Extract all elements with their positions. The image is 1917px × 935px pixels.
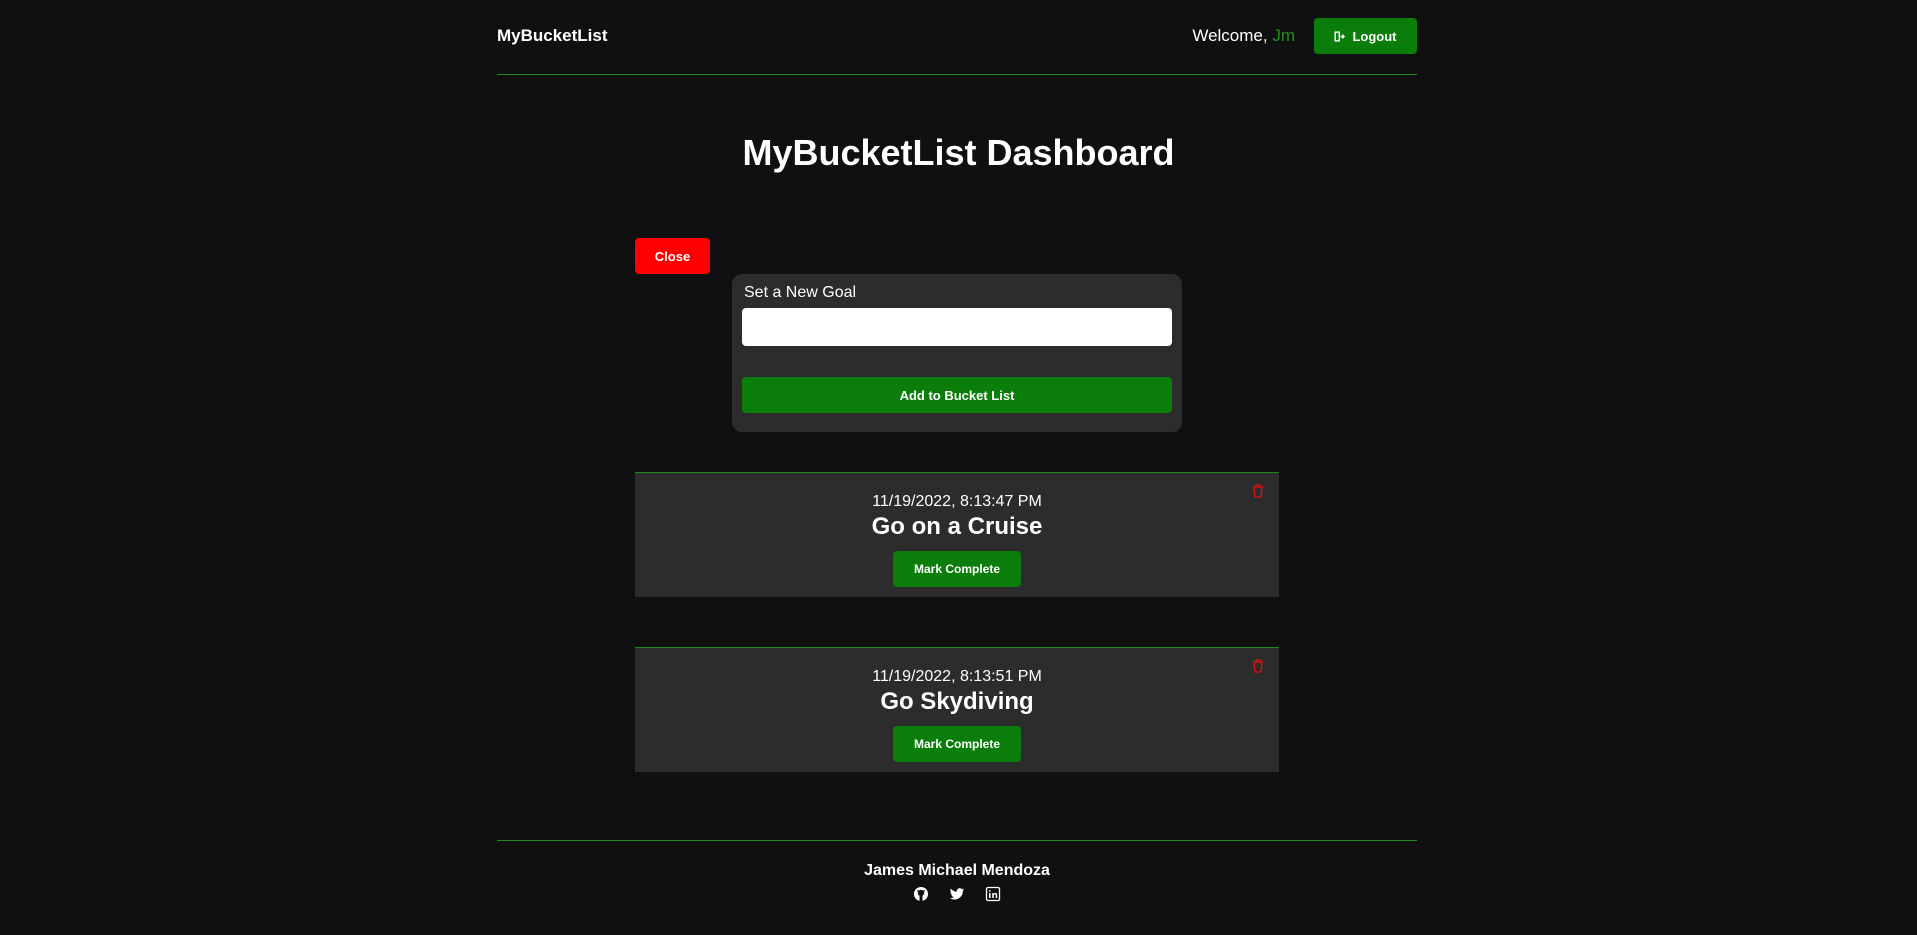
mark-complete-button[interactable]: Mark Complete <box>893 551 1021 587</box>
goal-title: Go on a Cruise <box>871 513 1043 540</box>
page: MyBucketList Welcome, Jm Logout MyBucket… <box>0 0 1917 935</box>
page-title: MyBucketList Dashboard <box>742 132 1175 173</box>
close-button[interactable]: Close <box>635 238 710 274</box>
logout-label: Logout <box>1352 28 1397 44</box>
github-icon[interactable] <box>913 886 929 902</box>
logout-icon <box>1334 30 1346 42</box>
goal-card: 11/19/2022, 8:13:47 PM Go on a Cruise Ma… <box>635 472 1279 597</box>
social-links <box>497 886 1417 902</box>
goal-timestamp: 11/19/2022, 8:13:47 PM <box>872 493 1042 510</box>
logout-button[interactable]: Logout <box>1314 18 1417 54</box>
username: Jm <box>1272 26 1295 45</box>
new-goal-label: Set a New Goal <box>744 284 857 301</box>
navbar: MyBucketList Welcome, Jm Logout <box>497 0 1417 75</box>
new-goal-form: Set a New Goal Add to Bucket List <box>732 274 1182 432</box>
brand-link[interactable]: MyBucketList <box>497 26 608 46</box>
linkedin-icon[interactable] <box>985 886 1001 902</box>
new-goal-input[interactable] <box>742 308 1172 346</box>
twitter-icon[interactable] <box>949 886 965 902</box>
mark-complete-button[interactable]: Mark Complete <box>893 726 1021 762</box>
welcome-prefix: Welcome, <box>1192 26 1273 45</box>
goal-title: Go Skydiving <box>880 688 1034 715</box>
footer: James Michael Mendoza <box>497 840 1417 935</box>
add-to-bucket-list-button[interactable]: Add to Bucket List <box>742 377 1172 413</box>
goal-card: 11/19/2022, 8:13:51 PM Go Skydiving Mark… <box>635 647 1279 772</box>
footer-author-name: James Michael Mendoza <box>864 862 1050 879</box>
welcome-message: Welcome, Jm <box>1192 26 1295 46</box>
goal-timestamp: 11/19/2022, 8:13:51 PM <box>872 668 1042 685</box>
